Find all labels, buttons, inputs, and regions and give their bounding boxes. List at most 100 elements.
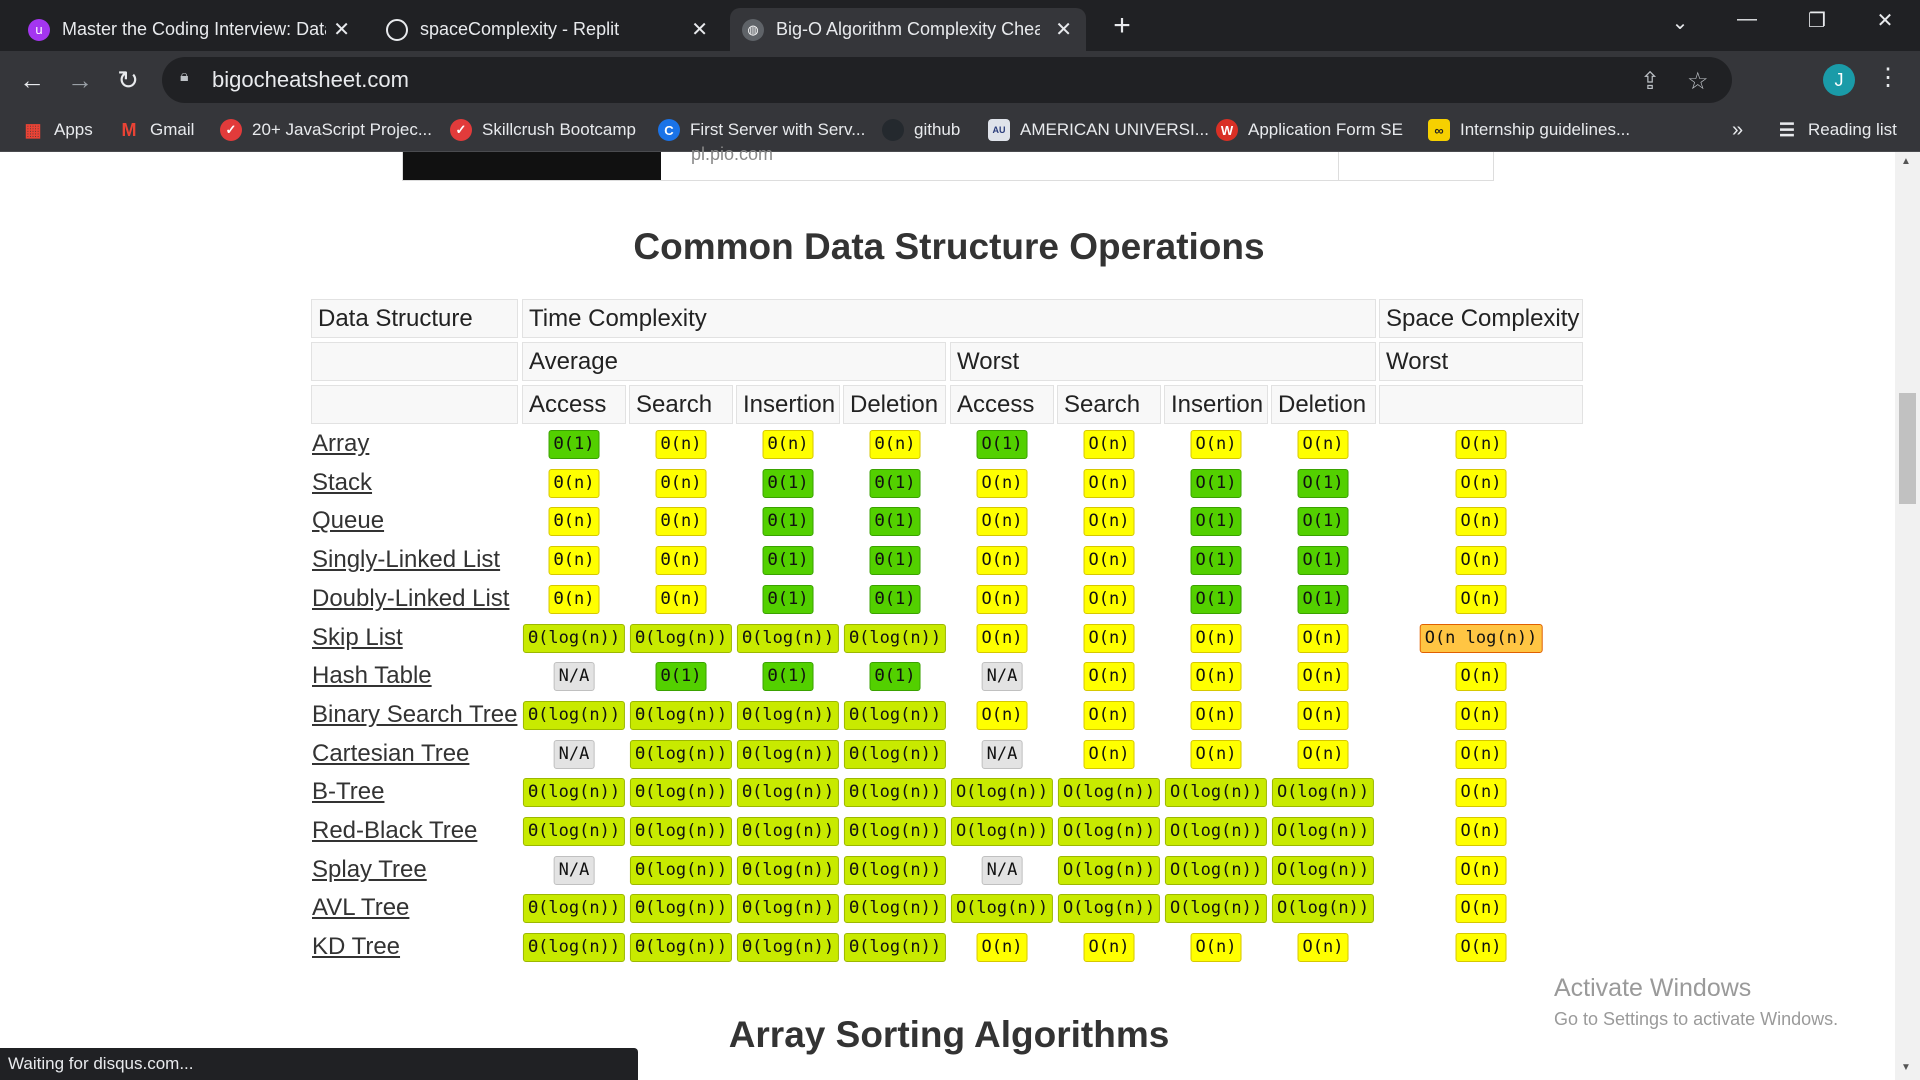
complexity-badge: Θ(1) (869, 546, 921, 576)
data-structure-link[interactable]: Queue (312, 507, 384, 535)
data-structure-link[interactable]: Splay Tree (312, 856, 427, 884)
complexity-badge: Θ(1) (762, 507, 814, 537)
globe-icon: ◍ (742, 18, 764, 41)
complexity-badge: O(n) (976, 546, 1028, 576)
tab-title: Master the Coding Interview: Data S (62, 19, 326, 39)
complexity-badge: O(log(n)) (1057, 894, 1161, 924)
tab-replit[interactable]: spaceComplexity - Replit ✕ (374, 8, 722, 51)
complexity-badge: Θ(log(n)) (843, 855, 947, 885)
header-time-complexity: Time Complexity (522, 299, 1376, 338)
new-tab-button[interactable]: + (1108, 8, 1136, 44)
complexity-badge: O(log(n)) (950, 778, 1054, 808)
complexity-badge: O(n) (1083, 933, 1135, 963)
bookmark-skillcrush[interactable]: ✓ Skillcrush Bootcamp (450, 114, 636, 146)
ad-banner[interactable]: pl.pio.com (402, 144, 1494, 181)
data-structure-link[interactable]: Stack (312, 469, 372, 497)
bookmark-gmail[interactable]: M Gmail (118, 114, 195, 146)
section-title: Common Data Structure Operations (633, 226, 1265, 267)
complexity-badge: Θ(1) (869, 507, 921, 537)
complexity-badge: Θ(1) (762, 546, 814, 576)
complexity-badge: O(n) (1083, 739, 1135, 769)
reading-list-icon: ☰ (1778, 119, 1796, 140)
data-structure-link[interactable]: Array (312, 430, 369, 458)
complexity-badge: Θ(1) (762, 584, 814, 614)
complexity-badge: Θ(log(n)) (629, 623, 733, 653)
bookmarks-overflow-button[interactable]: » (1732, 114, 1743, 146)
complexity-badge: Θ(n) (548, 546, 600, 576)
tab-udemy[interactable]: u Master the Coding Interview: Data S ✕ (16, 8, 364, 51)
complexity-badge: O(n) (1190, 662, 1242, 692)
complexity-badge: Θ(1) (869, 662, 921, 692)
complexity-badge: O(n) (1083, 468, 1135, 498)
complexity-badge: O(n log(n)) (1419, 623, 1543, 653)
ad-banner-text: pl.pio.com (691, 144, 774, 164)
complexity-badge: Θ(log(n)) (522, 778, 626, 808)
address-bar[interactable]: 🔒︎ bigocheatsheet.com ⇪ ☆ (162, 57, 1732, 103)
data-structure-link[interactable]: AVL Tree (312, 894, 409, 922)
scrollbar-thumb[interactable] (1899, 393, 1916, 504)
complexity-badge: Θ(n) (548, 468, 600, 498)
close-tab-icon[interactable]: ✕ (691, 17, 708, 42)
bookmark-github[interactable]: github (882, 114, 960, 146)
complexity-badge: Θ(log(n)) (629, 700, 733, 730)
header-worst: Worst (950, 342, 1376, 381)
complexity-badge: O(n) (1297, 933, 1349, 963)
minimize-icon[interactable]: — (1727, 8, 1767, 31)
scroll-down-icon[interactable]: ▼ (1901, 1062, 1911, 1073)
complexity-badge: Θ(log(n)) (736, 778, 840, 808)
complexity-badge: O(n) (1190, 933, 1242, 963)
close-window-icon[interactable]: ✕ (1865, 8, 1905, 33)
complexity-badge: Θ(n) (548, 584, 600, 614)
back-icon[interactable]: ← (16, 65, 48, 97)
forward-icon[interactable]: → (64, 65, 96, 97)
data-structure-link[interactable]: Singly-Linked List (312, 546, 500, 574)
menu-icon[interactable]: ⋮ (1876, 63, 1900, 92)
tab-strip: u Master the Coding Interview: Data S ✕ … (0, 0, 1920, 51)
bookmark-internship[interactable]: ∞ Internship guidelines... (1428, 114, 1630, 146)
share-icon[interactable]: ⇪ (1640, 67, 1660, 96)
skillcrush-icon: ✓ (220, 119, 242, 141)
data-structure-link[interactable]: Binary Search Tree (312, 701, 517, 729)
url-text[interactable]: bigocheatsheet.com (212, 67, 409, 93)
header-worst-access: Access (950, 385, 1054, 424)
bookmark-label: Application Form SE (1248, 120, 1403, 139)
complexity-badge: O(log(n)) (1271, 817, 1375, 846)
complexity-badge: O(log(n)) (1057, 817, 1161, 846)
bookmark-first-server[interactable]: C First Server with Serv... (658, 114, 865, 146)
tab-search-icon[interactable]: ⌄ (1660, 10, 1700, 35)
data-structure-link[interactable]: B-Tree (312, 778, 384, 806)
close-tab-icon[interactable]: ✕ (333, 17, 350, 42)
bookmark-label: AMERICAN UNIVERSI... (1020, 120, 1209, 139)
bookmark-american-university[interactable]: AU AMERICAN UNIVERSI... (988, 114, 1209, 146)
data-structure-link[interactable]: Skip List (312, 624, 403, 652)
complexity-badge: O(log(n)) (1271, 894, 1375, 924)
header-worst-insertion: Insertion (1164, 385, 1268, 424)
complexity-badge: Θ(1) (762, 468, 814, 498)
data-structure-link[interactable]: Doubly-Linked List (312, 585, 509, 613)
bookmark-apps[interactable]: ▦ Apps (22, 114, 92, 146)
page-scrollbar[interactable]: ▲ ▼ (1895, 152, 1920, 1080)
complexity-badge: Θ(log(n)) (522, 623, 626, 653)
data-structure-link[interactable]: Cartesian Tree (312, 740, 469, 768)
bookmark-application-form[interactable]: W Application Form SE (1216, 114, 1403, 146)
reading-list-button[interactable]: ☰ Reading list (1776, 114, 1897, 146)
close-tab-icon[interactable]: ✕ (1055, 17, 1072, 42)
complexity-badge: O(n) (1455, 933, 1507, 963)
restore-icon[interactable]: ❐ (1797, 8, 1837, 33)
complexity-badge: Θ(n) (655, 430, 707, 459)
reload-icon[interactable]: ↻ (112, 65, 144, 97)
scroll-up-icon[interactable]: ▲ (1901, 156, 1911, 167)
data-structure-link[interactable]: Hash Table (312, 662, 432, 690)
complexity-badge: O(n) (976, 468, 1028, 498)
bookmark-javascript-projects[interactable]: ✓ 20+ JavaScript Projec... (220, 114, 432, 146)
profile-avatar[interactable]: J (1823, 64, 1855, 96)
bookmark-star-icon[interactable]: ☆ (1687, 67, 1709, 96)
complexity-badge: O(n) (1083, 546, 1135, 576)
data-structure-link[interactable]: Red-Black Tree (312, 817, 477, 845)
tab-title: spaceComplexity - Replit (420, 19, 620, 39)
data-structure-link[interactable]: KD Tree (312, 933, 400, 961)
complexity-badge: Θ(log(n)) (522, 817, 626, 846)
complexity-badge: O(n) (1455, 507, 1507, 537)
bookmark-label: Internship guidelines... (1460, 120, 1631, 139)
tab-bigocheatsheet[interactable]: ◍ Big-O Algorithm Complexity Cheat S ✕ (730, 8, 1086, 51)
